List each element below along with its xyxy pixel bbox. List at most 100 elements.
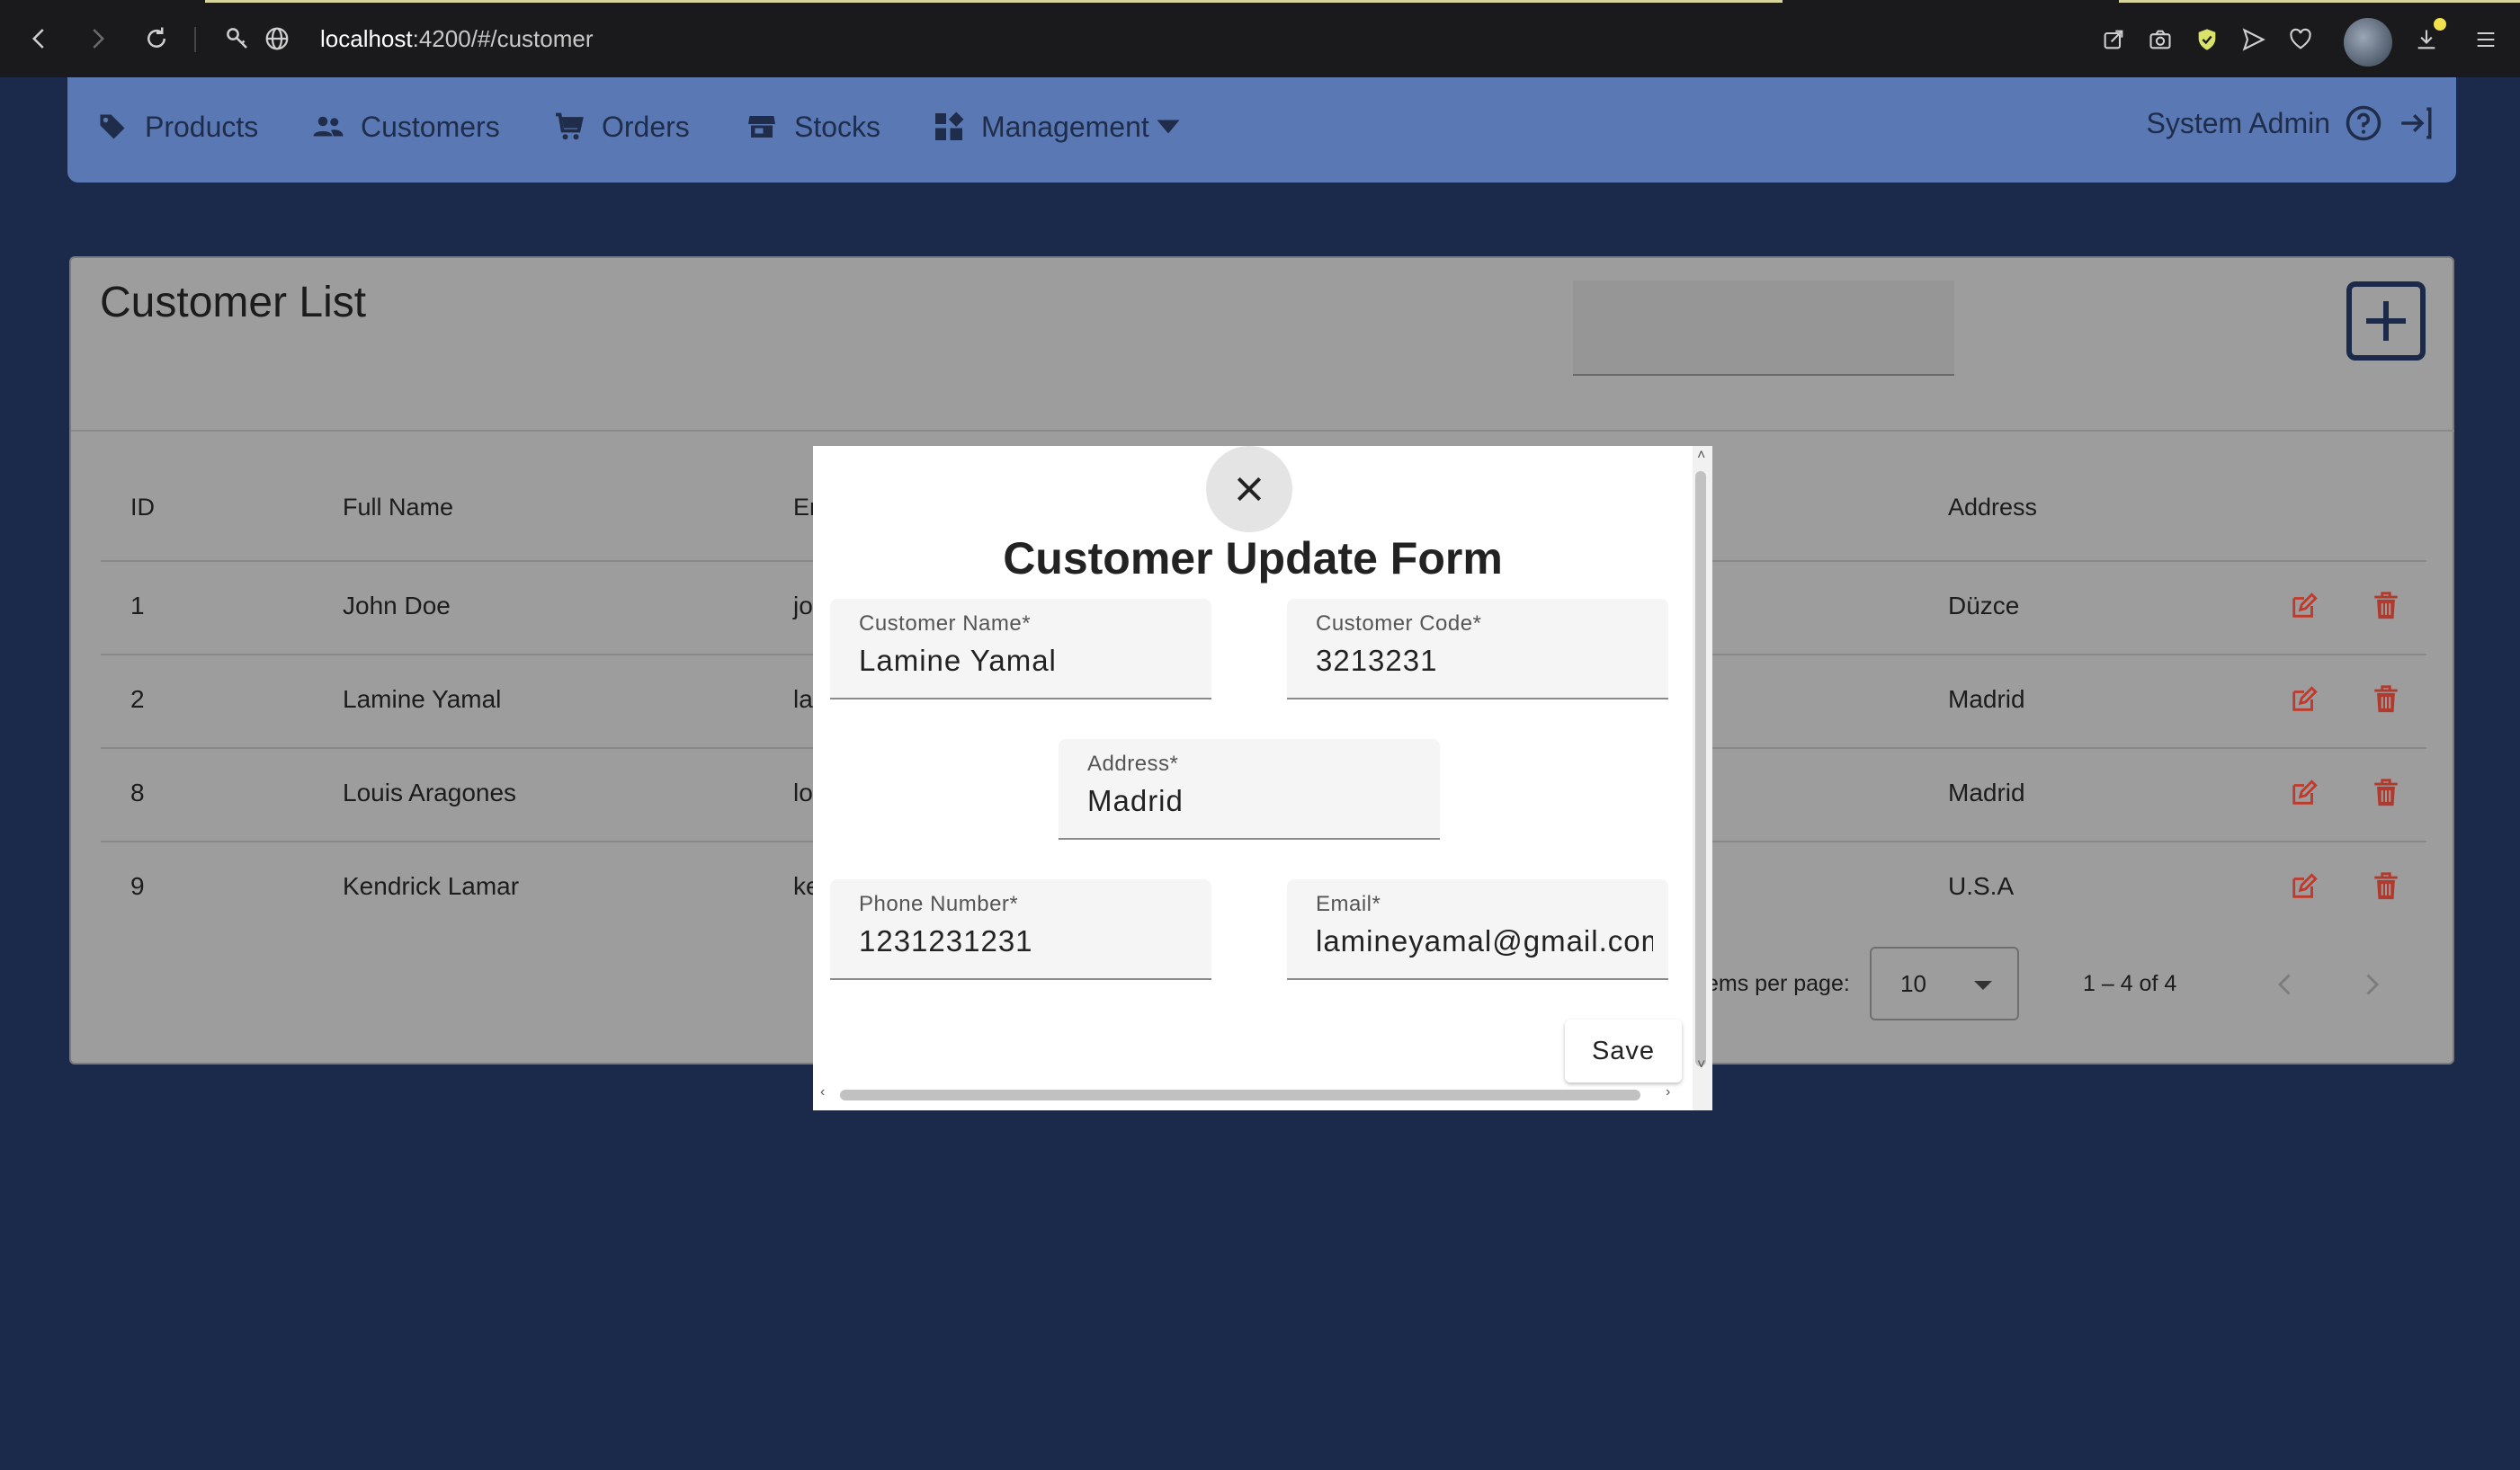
cell-address: Madrid	[1948, 685, 2025, 713]
nav-management-label: Management	[981, 110, 1149, 143]
customer-code-field[interactable]: Customer Code* 3213231	[1287, 599, 1668, 699]
toolbar-divider	[194, 27, 196, 52]
loading-bar-secondary	[2119, 0, 2520, 3]
page-title: Customer List	[100, 279, 367, 326]
cell-email: la	[793, 685, 813, 713]
user-menu[interactable]: System Admin	[2146, 104, 2435, 142]
close-icon	[1237, 477, 1262, 502]
address-bar[interactable]: localhost:4200/#/customer	[320, 25, 594, 53]
scroll-up-icon[interactable]: ˄	[1697, 448, 1705, 464]
page-range: 1 – 4 of 4	[2083, 971, 2177, 996]
camera-icon[interactable]	[2144, 23, 2176, 56]
customer-name-field[interactable]: Customer Name* Lamine Yamal	[830, 599, 1211, 699]
email-label: Email*	[1316, 892, 1381, 916]
cell-name: Lamine Yamal	[343, 685, 502, 713]
cell-email: jo	[793, 592, 813, 619]
card-divider	[71, 430, 2454, 432]
edit-icon[interactable]	[2289, 778, 2319, 808]
user-name: System Admin	[2146, 106, 2330, 139]
menu-icon[interactable]	[2470, 23, 2502, 56]
heart-icon[interactable]	[2284, 23, 2317, 56]
customer-update-dialog: Customer Update Form Customer Name* Lami…	[813, 446, 1712, 1110]
customer-name-value[interactable]: Lamine Yamal	[859, 644, 1196, 678]
nav-management[interactable]: Management	[933, 104, 1182, 149]
address-label: Address*	[1087, 752, 1179, 776]
cell-name: Louis Aragones	[343, 779, 517, 806]
add-customer-button[interactable]	[2346, 281, 2426, 361]
items-per-page-label: ems per page:	[1706, 971, 1850, 996]
shield-icon[interactable]	[2191, 23, 2223, 56]
cell-address: Düzce	[1948, 592, 2020, 619]
column-header-address[interactable]: Address	[1948, 494, 2037, 521]
nav-orders-label: Orders	[602, 110, 690, 143]
customer-name-label: Customer Name*	[859, 611, 1032, 636]
cell-address: Madrid	[1948, 779, 2025, 806]
scroll-right-icon[interactable]: ›	[1666, 1084, 1670, 1100]
search-input[interactable]	[1573, 281, 1954, 376]
nav-stocks[interactable]: Stocks	[746, 104, 880, 149]
cart-icon	[556, 112, 584, 140]
previous-page-icon[interactable]	[2269, 968, 2301, 1001]
loading-bar	[205, 0, 1783, 3]
dialog-title: Customer Update Form	[1003, 533, 1503, 584]
next-page-icon[interactable]	[2355, 968, 2388, 1001]
delete-icon[interactable]	[2371, 591, 2401, 621]
address-value[interactable]: Madrid	[1087, 784, 1425, 818]
cell-id: 1	[130, 592, 145, 619]
url-host: localhost	[320, 25, 413, 52]
back-icon[interactable]	[22, 21, 58, 57]
delete-icon[interactable]	[2371, 684, 2401, 715]
phone-number-field[interactable]: Phone Number* 1231231231	[830, 879, 1211, 980]
url-path: :4200/#/customer	[412, 25, 594, 52]
cell-id: 2	[130, 685, 145, 713]
cell-name: Kendrick Lamar	[343, 872, 520, 900]
caret-down-icon	[1974, 981, 1992, 990]
scroll-left-icon[interactable]: ‹	[820, 1084, 825, 1100]
delete-icon[interactable]	[2371, 778, 2401, 808]
page-size-select[interactable]: 10	[1870, 947, 2019, 1020]
delete-icon[interactable]	[2371, 871, 2401, 902]
caret-down-icon	[1157, 120, 1180, 134]
forward-icon[interactable]	[79, 21, 115, 57]
store-icon	[748, 116, 775, 138]
reload-icon[interactable]	[139, 21, 174, 57]
email-value[interactable]: lamineyamal@gmail.com	[1316, 924, 1653, 958]
edit-icon[interactable]	[2289, 591, 2319, 621]
cell-id: 8	[130, 779, 145, 806]
page-size-value: 10	[1900, 970, 1926, 997]
send-icon[interactable]	[2238, 23, 2270, 56]
profile-avatar[interactable]	[2344, 18, 2392, 67]
globe-icon[interactable]	[259, 21, 295, 57]
column-header-full-name[interactable]: Full Name	[343, 494, 453, 521]
nav-products[interactable]: Products	[96, 104, 258, 149]
download-icon[interactable]	[2410, 23, 2443, 56]
edit-icon[interactable]	[2289, 871, 2319, 902]
nav-stocks-label: Stocks	[794, 110, 881, 143]
close-button[interactable]	[1206, 446, 1292, 532]
phone-number-label: Phone Number*	[859, 892, 1019, 916]
key-icon[interactable]	[219, 21, 255, 57]
horizontal-scroll-thumb[interactable]	[840, 1090, 1640, 1100]
column-header-id[interactable]: ID	[130, 494, 155, 521]
browser-toolbar: localhost:4200/#/customer	[0, 0, 2520, 77]
cell-id: 9	[130, 872, 145, 900]
edit-icon[interactable]	[2289, 684, 2319, 715]
help-icon[interactable]	[2345, 104, 2382, 142]
scroll-down-icon[interactable]: ˅	[1697, 1057, 1705, 1074]
nav-orders[interactable]: Orders	[553, 104, 690, 149]
app-navbar: Products Customers Orders Stocks Managem…	[67, 77, 2456, 183]
tag-icon	[100, 114, 125, 139]
email-field[interactable]: Email* lamineyamal@gmail.com	[1287, 879, 1668, 980]
address-field[interactable]: Address* Madrid	[1059, 739, 1440, 840]
nav-customers[interactable]: Customers	[312, 104, 500, 149]
nav-customers-label: Customers	[361, 110, 500, 143]
logout-icon[interactable]	[2397, 104, 2435, 142]
nav-products-label: Products	[145, 110, 259, 143]
cell-address: U.S.A	[1948, 872, 2015, 900]
vertical-scroll-thumb[interactable]	[1695, 471, 1706, 1066]
share-icon[interactable]	[2097, 23, 2130, 56]
phone-number-value[interactable]: 1231231231	[859, 924, 1196, 958]
customer-code-value[interactable]: 3213231	[1316, 644, 1653, 678]
save-button[interactable]: Save	[1565, 1020, 1682, 1082]
cell-email: lo	[793, 779, 813, 806]
